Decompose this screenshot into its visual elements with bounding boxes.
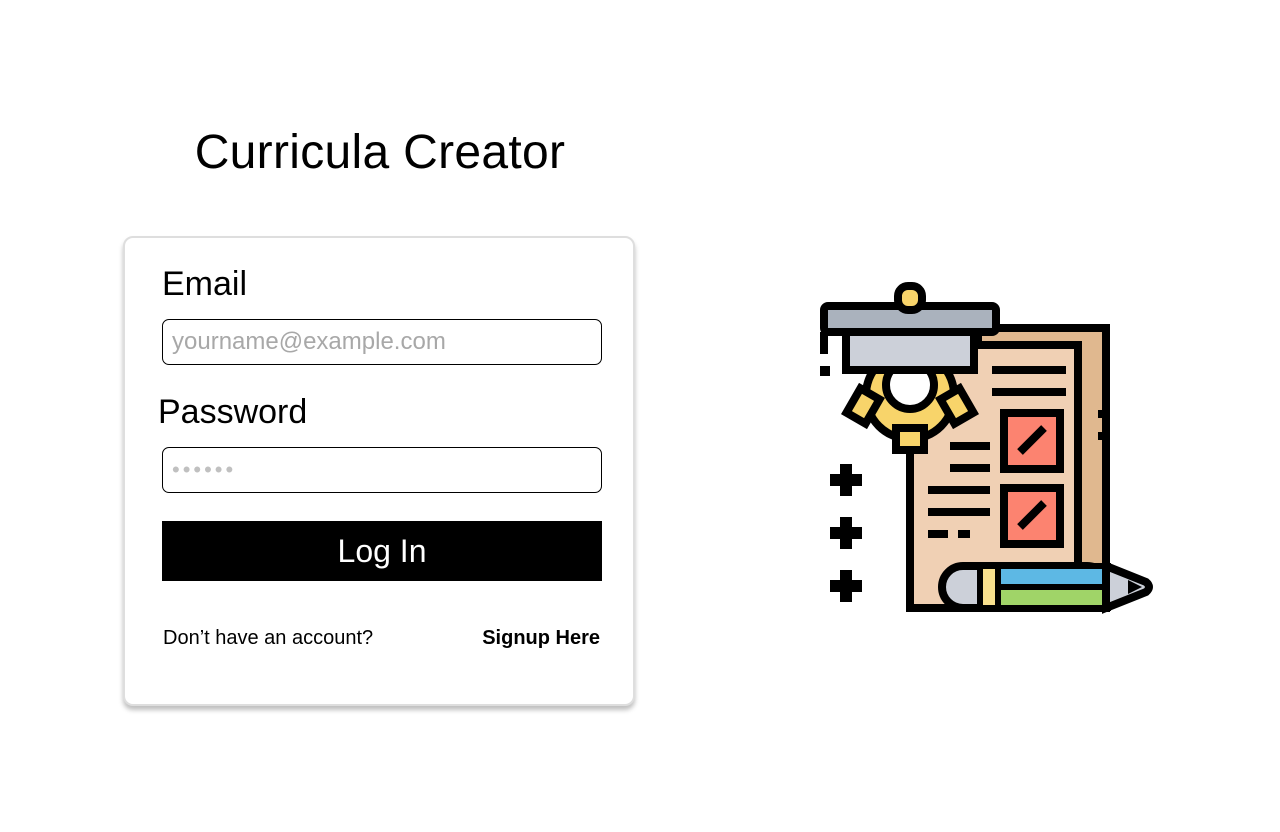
curriculum-document-gear-pencil-icon <box>820 282 1153 614</box>
password-label: Password <box>158 393 308 431</box>
password-field[interactable] <box>162 447 602 493</box>
email-label: Email <box>162 265 248 303</box>
curriculum-illustration <box>814 280 1154 615</box>
signup-link[interactable]: Signup Here <box>482 626 600 650</box>
login-button[interactable]: Log In <box>162 521 602 581</box>
app-title: Curricula Creator <box>194 126 566 179</box>
login-card: Email Password Log In Don’t have an acco… <box>123 236 635 706</box>
email-field[interactable] <box>162 319 602 365</box>
login-page: Curricula Creator Email Password Log In … <box>0 0 1280 832</box>
signup-prompt: Don’t have an account? <box>163 627 374 649</box>
